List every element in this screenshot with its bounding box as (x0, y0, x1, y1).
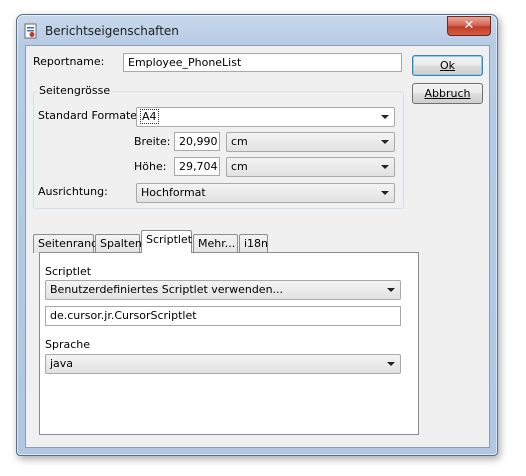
page-size-group-title: Seitengrösse (37, 84, 113, 97)
title-bar[interactable]: Berichtseigenschaften ✕ (17, 15, 497, 45)
scriptlet-tab-panel: Scriptlet Benutzerdefiniertes Scriptlet … (39, 252, 419, 435)
reportname-label: Reportname: (33, 55, 105, 68)
chevron-down-icon (381, 140, 389, 144)
width-input[interactable]: 20,990 (174, 132, 220, 151)
orientation-label: Ausrichtung: (38, 185, 108, 198)
orientation-select[interactable]: Hochformat (136, 183, 395, 203)
language-label: Sprache (45, 338, 91, 351)
format-select[interactable]: A4 (136, 107, 395, 127)
format-label: Standard Formate: (38, 109, 141, 122)
tab-spalten[interactable]: Spalten (95, 234, 142, 253)
width-unit-select[interactable]: cm (226, 132, 395, 152)
ok-button[interactable]: Ok (412, 55, 483, 76)
chevron-down-icon (381, 115, 389, 119)
height-unit-select[interactable]: cm (226, 157, 395, 177)
report-app-icon (24, 23, 37, 39)
language-select[interactable]: java (45, 354, 401, 374)
close-button[interactable]: ✕ (447, 16, 491, 36)
dialog-window: Berichtseigenschaften ✕ Reportname: Empl… (16, 14, 498, 456)
format-select-value: A4 (140, 109, 159, 124)
language-value: java (50, 357, 74, 370)
chevron-down-icon (387, 362, 395, 366)
tab-seitenrand[interactable]: Seitenrand (33, 234, 98, 253)
height-unit-value: cm (231, 160, 248, 173)
tab-i18n[interactable]: i18n (239, 234, 268, 253)
tab-mehr[interactable]: Mehr... (193, 234, 238, 253)
chevron-down-icon (387, 288, 395, 292)
dialog-body: Reportname: Employee_PhoneList Ok Abbruc… (25, 45, 490, 448)
height-label: Höhe: (134, 160, 167, 173)
width-unit-value: cm (231, 135, 248, 148)
height-input[interactable]: 29,704 (174, 157, 220, 176)
chevron-down-icon (381, 191, 389, 195)
scriptlet-class-input[interactable]: de.cursor.jr.CursorScriptlet (45, 306, 401, 326)
window-title: Berichtseigenschaften (45, 24, 179, 38)
tab-scriptlet[interactable]: Scriptlet (141, 230, 192, 253)
cancel-button[interactable]: Abbruch (412, 83, 483, 104)
chevron-down-icon (381, 165, 389, 169)
scriptlet-mode-value: Benutzerdefiniertes Scriptlet verwenden.… (50, 283, 284, 296)
scriptlet-section-label: Scriptlet (45, 265, 92, 278)
reportname-input[interactable]: Employee_PhoneList (123, 53, 402, 72)
scriptlet-mode-select[interactable]: Benutzerdefiniertes Scriptlet verwenden.… (45, 280, 401, 300)
orientation-value: Hochformat (141, 186, 206, 199)
close-icon: ✕ (463, 18, 475, 33)
width-label: Breite: (134, 135, 171, 148)
